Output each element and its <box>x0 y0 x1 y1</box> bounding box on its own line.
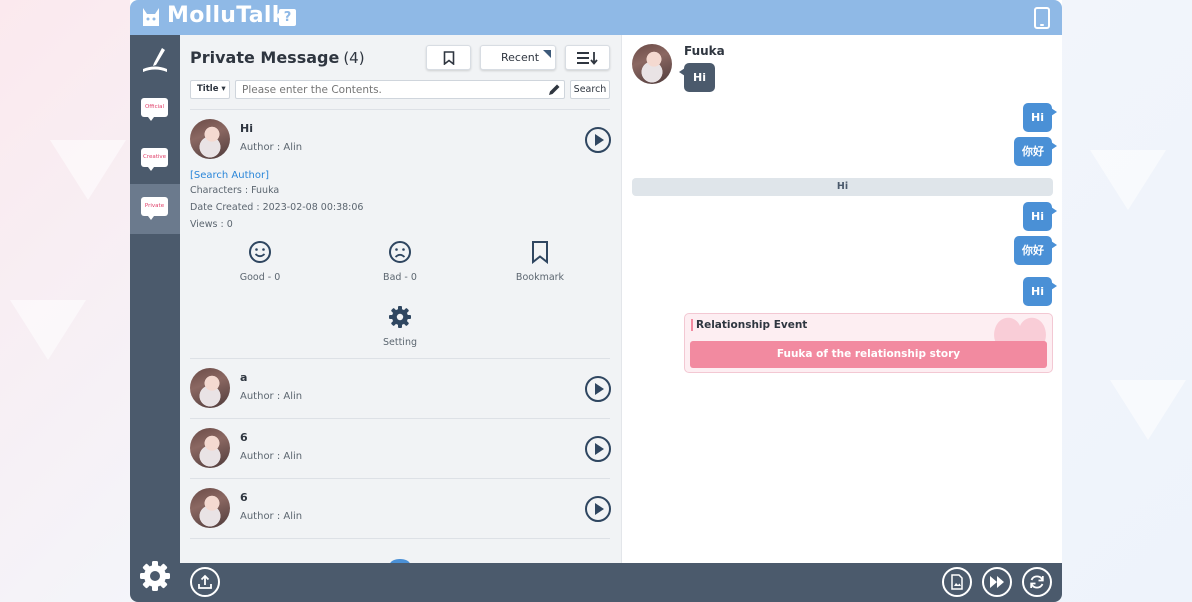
bookmark-icon <box>532 241 548 265</box>
sidebar: Official Creative Private <box>130 35 180 563</box>
sidebar-item-label: Official <box>141 98 168 121</box>
app-logo-icon <box>143 8 159 26</box>
fast-forward-button[interactable] <box>982 567 1012 597</box>
narration-message: Hi <box>632 178 1053 196</box>
file-image-icon <box>951 574 963 590</box>
upload-icon <box>198 574 212 589</box>
refresh-icon <box>1030 575 1044 589</box>
item-author: Author : Alin <box>240 451 303 462</box>
message-list-panel: Private Message(4) Recent Title ▾ Search <box>180 35 621 563</box>
play-button[interactable] <box>585 127 611 153</box>
item-title: 6 <box>240 431 248 444</box>
background-decoration <box>1090 150 1166 210</box>
play-button[interactable] <box>585 376 611 402</box>
good-button[interactable]: Good - 0 <box>220 240 300 283</box>
frown-icon <box>389 241 411 263</box>
quill-book-icon[interactable] <box>139 45 171 77</box>
detail-views: Views : 0 <box>190 219 233 230</box>
sort-select[interactable]: Recent <box>480 45 556 70</box>
item-title: 6 <box>240 491 248 504</box>
sidebar-item-private[interactable]: Private <box>130 184 180 234</box>
avatar <box>190 488 230 528</box>
pencil-icon <box>549 84 560 95</box>
avatar <box>190 119 230 159</box>
play-button[interactable] <box>585 496 611 522</box>
sort-label: Recent <box>501 51 540 64</box>
bookmark-filter-button[interactable] <box>426 45 471 70</box>
app-window: MolluTalk ? Official Creative Private Pr… <box>130 0 1062 602</box>
page-title: Private Message (4) <box>190 48 365 67</box>
item-author: Author : Alin <box>240 391 303 402</box>
gear-icon <box>389 306 411 328</box>
smile-icon <box>249 241 271 263</box>
good-count: Good - 0 <box>239 272 281 283</box>
sidebar-item-label: Creative <box>141 148 168 171</box>
sidebar-item-label: Private <box>141 197 168 220</box>
title-bar: MolluTalk ? <box>130 0 1062 35</box>
avatar <box>190 428 230 468</box>
search-input[interactable] <box>235 80 565 99</box>
setting-button[interactable]: Setting <box>360 305 440 348</box>
bookmark-label: Bookmark <box>515 272 565 283</box>
chat-message-right: Hi <box>1023 202 1057 231</box>
divider <box>190 358 610 359</box>
divider <box>190 538 610 539</box>
chat-message-right: Hi <box>1023 103 1057 132</box>
divider <box>190 109 610 110</box>
background-decoration <box>1110 380 1186 440</box>
background-decoration <box>10 300 86 360</box>
divider <box>190 478 610 479</box>
sort-order-button[interactable] <box>565 45 610 70</box>
message-count: (4) <box>343 49 365 67</box>
divider <box>190 418 610 419</box>
setting-label: Setting <box>382 337 417 348</box>
chat-message-left: Hi <box>679 63 715 92</box>
item-title: a <box>240 371 248 384</box>
page-title-text: Private Message <box>190 48 340 67</box>
detail-characters: Characters : Fuuka <box>190 185 280 196</box>
avatar <box>190 368 230 408</box>
play-button[interactable] <box>585 436 611 462</box>
search-author-link[interactable]: [Search Author] <box>190 170 269 181</box>
settings-gear-icon[interactable] <box>139 560 171 592</box>
item-title: Hi <box>240 122 253 135</box>
bad-count: Bad - 0 <box>383 272 417 283</box>
search-button[interactable]: Search <box>570 80 610 99</box>
relationship-event-title: Relationship Event <box>691 319 807 331</box>
character-name: Fuuka <box>684 44 725 58</box>
bad-button[interactable]: Bad - 0 <box>360 240 440 283</box>
background-decoration <box>50 140 126 200</box>
bookmark-icon <box>443 51 455 65</box>
bookmark-button[interactable]: Bookmark <box>500 240 580 283</box>
sort-descending-icon <box>577 52 598 65</box>
help-button[interactable]: ? <box>279 9 296 26</box>
search-type-select[interactable]: Title ▾ <box>190 80 230 99</box>
chat-message-right: 你好 <box>1014 236 1057 265</box>
dropdown-indicator-icon <box>543 50 551 58</box>
item-author: Author : Alin <box>240 511 303 522</box>
sidebar-item-creative[interactable]: Creative <box>130 135 180 185</box>
export-file-button[interactable] <box>942 567 972 597</box>
chat-message-right: 你好 <box>1014 137 1057 166</box>
item-author: Author : Alin <box>240 142 303 153</box>
bottom-toolbar <box>130 563 1062 602</box>
detail-date-created: Date Created : 2023-02-08 00:38:06 <box>190 202 364 213</box>
chat-message-right: Hi <box>1023 277 1057 306</box>
relationship-event-card: Relationship Event Fuuka of the relation… <box>684 313 1053 373</box>
app-title: MolluTalk <box>167 3 287 28</box>
phone-mode-icon[interactable] <box>1034 7 1050 29</box>
chat-preview-panel: Fuuka Hi Hi 你好 Hi Hi 你好 Hi Relationship … <box>621 35 1062 563</box>
sidebar-item-official[interactable]: Official <box>130 85 180 135</box>
character-avatar <box>632 44 672 84</box>
search-type-label: Title <box>197 84 219 94</box>
relationship-story-button[interactable]: Fuuka of the relationship story <box>690 341 1047 368</box>
fast-forward-icon <box>990 576 1004 588</box>
refresh-button[interactable] <box>1022 567 1052 597</box>
upload-button[interactable] <box>190 567 220 597</box>
